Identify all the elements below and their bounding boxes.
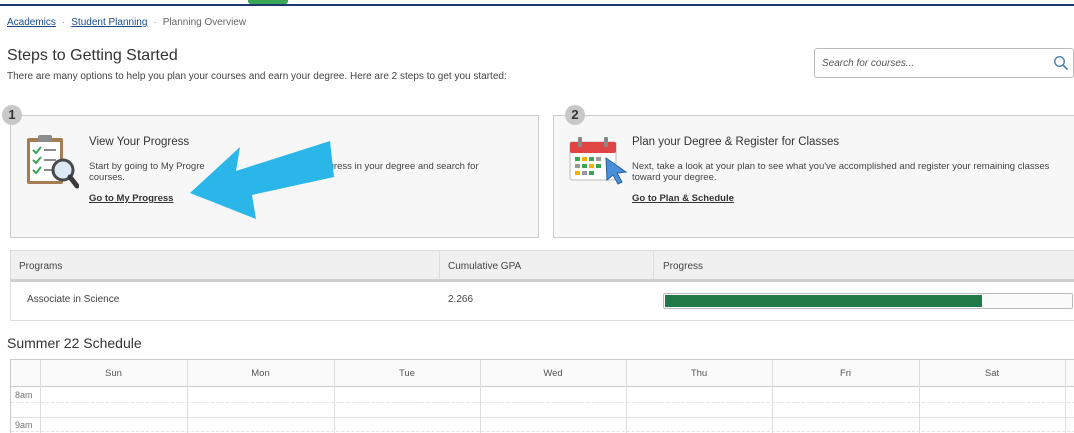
column-divider [187, 360, 188, 433]
course-search[interactable] [814, 48, 1074, 78]
time-label-9am: 9am [15, 420, 33, 430]
step-card-plan: Plan your Degree & Register for Classes … [553, 115, 1074, 238]
breadcrumb-separator: · [153, 17, 157, 28]
day-header-fri: Fri [839, 368, 852, 379]
breadcrumb-student-planning[interactable]: Student Planning [71, 17, 147, 28]
step-description: Next, take a look at your plan to see wh… [632, 161, 1050, 183]
day-header-thu: Thu [690, 368, 708, 379]
column-divider [772, 360, 773, 433]
column-header-programs: Programs [19, 261, 63, 272]
column-header-progress: Progress [663, 261, 704, 272]
top-header-bar [0, 0, 1074, 6]
search-input[interactable] [815, 49, 1042, 77]
breadcrumb-current: Planning Overview [162, 17, 247, 28]
clipboard-magnifier-icon [27, 135, 79, 189]
breadcrumb: Academics · Student Planning · Planning Over… [7, 17, 246, 28]
column-divider [919, 360, 920, 433]
go-to-plan-schedule-link[interactable]: Go to Plan & Schedule [632, 193, 734, 204]
header-accent [248, 0, 288, 4]
progress-bar [663, 293, 1073, 309]
program-name: Associate in Science [27, 294, 120, 305]
hour-line [11, 417, 1074, 418]
annotation-arrow-icon [190, 141, 334, 219]
column-divider [1065, 360, 1066, 433]
calendar-pointer-icon [569, 137, 628, 185]
programs-table: Programs Cumulative GPA Progress Associa… [10, 250, 1074, 321]
step-number-badge: 1 [2, 105, 22, 125]
column-divider [626, 360, 627, 433]
step-title: View Your Progress [89, 136, 190, 148]
schedule-title: Summer 22 Schedule [7, 335, 142, 351]
breadcrumb-academics[interactable]: Academics [7, 17, 56, 28]
cumulative-gpa: 2.266 [448, 294, 474, 305]
column-divider [480, 360, 481, 433]
page-title: Steps to Getting Started [7, 47, 178, 64]
column-divider [439, 251, 440, 279]
day-header-sat: Sat [984, 368, 1000, 379]
breadcrumb-separator: · [61, 17, 66, 28]
column-divider [334, 360, 335, 433]
go-to-my-progress-link[interactable]: Go to My Progress [89, 193, 173, 204]
header-divider [0, 4, 1074, 6]
day-header-mon: Mon [251, 368, 270, 379]
time-label-8am: 8am [15, 390, 33, 400]
column-divider [653, 251, 654, 279]
step-title: Plan your Degree & Register for Classes [632, 136, 840, 148]
programs-table-header: Programs Cumulative GPA Progress [11, 251, 1074, 282]
progress-bar-fill [665, 295, 982, 307]
day-header-tue: Tue [398, 368, 416, 379]
column-header-gpa: Cumulative GPA [448, 261, 522, 272]
half-hour-line [11, 402, 1074, 403]
day-header-sun: Sun [105, 368, 122, 379]
schedule-calendar: Sun Mon Tue Wed Thu Fri Sat 8am 9am [10, 359, 1074, 433]
page-subtitle: There are many options to help you plan … [7, 71, 507, 82]
day-header-wed: Wed [543, 368, 563, 379]
column-divider [40, 360, 41, 433]
search-icon[interactable] [1053, 55, 1069, 71]
step-number-badge: 2 [565, 105, 585, 125]
